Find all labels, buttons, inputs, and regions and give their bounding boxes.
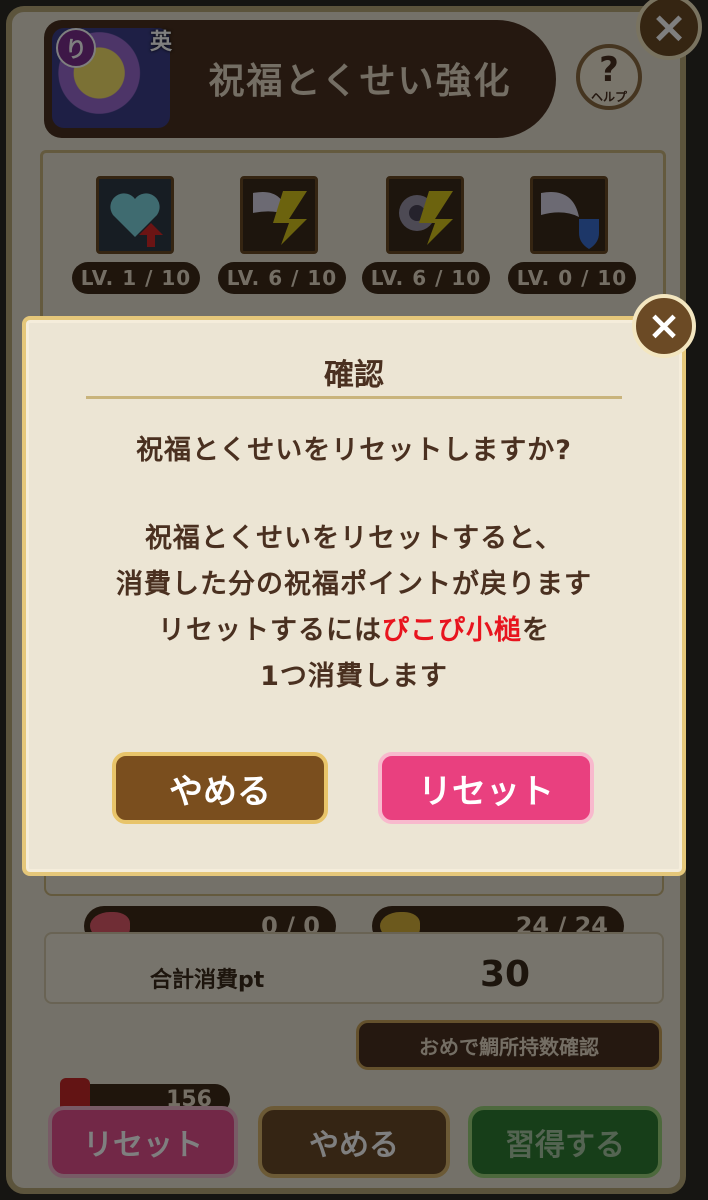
dialog-line-3-prefix: リセットするには (158, 615, 382, 646)
dialog-line-3-suffix: を (522, 615, 550, 646)
dialog-divider (86, 396, 622, 399)
dialog-line-3: リセットするにはぴこぴ小槌を (22, 608, 686, 647)
dialog-title: 確認 (324, 358, 384, 393)
dialog-cancel-button[interactable]: やめる (112, 752, 328, 824)
dialog-question: 祝福とくせいをリセットしますか? (136, 435, 572, 466)
dialog-line-4: 1つ消費します (260, 661, 448, 692)
dialog-reset-button[interactable]: リセット (378, 752, 594, 824)
dialog-line-1: 祝福とくせいをリセットすると、 (144, 523, 564, 554)
dialog-line-2: 消費した分の祝福ポイントが戻ります (116, 569, 592, 600)
item-name-highlight: ぴこぴ小槌 (382, 615, 522, 646)
dialog-close-icon[interactable]: × (632, 294, 696, 358)
